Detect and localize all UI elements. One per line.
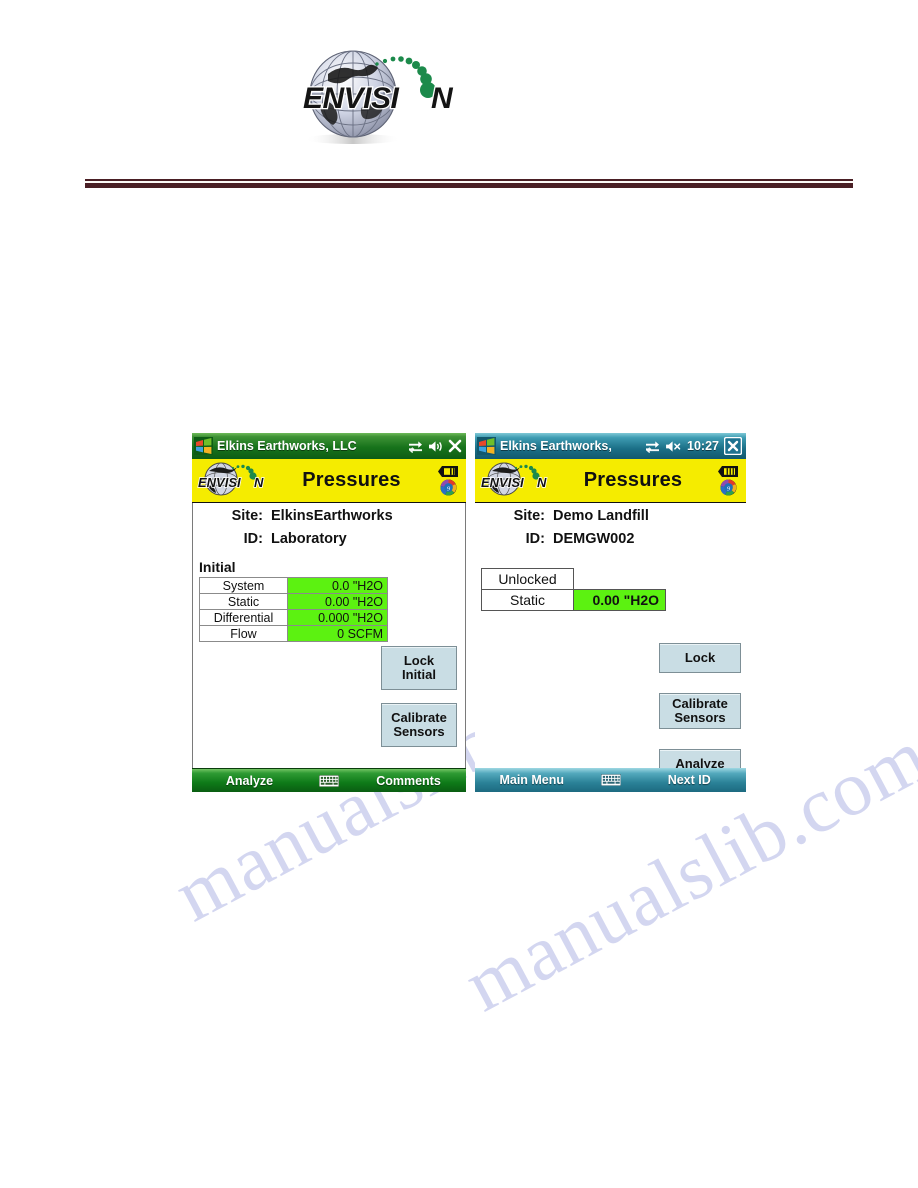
site-id-block-left: Site: ElkinsEarthworks ID: Laboratory bbox=[193, 503, 465, 554]
reading-name: System bbox=[199, 577, 288, 594]
titlebar-right: Elkins Earthworks, 10:27 bbox=[475, 433, 746, 459]
id-row: ID: Laboratory bbox=[193, 531, 465, 554]
calibrate-sensors-button[interactable]: Calibrate Sensors bbox=[659, 693, 741, 729]
svg-text:ENVISI: ENVISI bbox=[303, 82, 400, 115]
svg-text:N: N bbox=[431, 82, 454, 115]
table-row: Static 0.00 "H2O bbox=[481, 589, 666, 611]
site-id-block-right: Site: Demo Landfill ID: DEMGW002 bbox=[475, 503, 746, 554]
titlebar-icons-right: 10:27 bbox=[645, 437, 742, 455]
site-value: ElkinsEarthworks bbox=[271, 508, 393, 524]
reading-name: Differential bbox=[199, 609, 288, 626]
site-row: Site: ElkinsEarthworks bbox=[193, 508, 465, 531]
appbar-title-left: Pressures bbox=[302, 469, 401, 491]
appbar-title-right: Pressures bbox=[583, 469, 683, 491]
table-row: Unlocked bbox=[481, 568, 666, 590]
section-caption-initial: Initial bbox=[199, 559, 236, 575]
lock-initial-button-line1: Lock bbox=[403, 652, 435, 668]
envision-logo-small: ENVISI N bbox=[478, 461, 554, 501]
table-row: Differential 0.000 "H2O bbox=[199, 609, 388, 626]
softkey-bar-right: Main Menu Next ID bbox=[475, 768, 746, 792]
reading-value: 0.00 "H2O bbox=[287, 593, 388, 610]
id-value: Laboratory bbox=[271, 531, 347, 547]
envision-logo: ENVISI N bbox=[281, 38, 481, 148]
id-row: ID: DEMGW002 bbox=[475, 531, 746, 554]
screen-body-right: Site: Demo Landfill ID: DEMGW002 Unlocke… bbox=[475, 503, 746, 779]
window-title-left: Elkins Earthworks, LLC bbox=[217, 439, 357, 453]
svg-text:N: N bbox=[254, 475, 264, 490]
titlebar-icons-left bbox=[408, 439, 462, 453]
close-icon[interactable] bbox=[448, 439, 462, 453]
divider-thick-rule bbox=[85, 183, 853, 188]
reading-value: 0.0 "H2O bbox=[287, 577, 388, 594]
softkey-analyze[interactable]: Analyze bbox=[192, 774, 307, 788]
svg-text:ENVISI: ENVISI bbox=[198, 475, 241, 490]
speaker-icon[interactable] bbox=[428, 440, 443, 453]
battery-icon[interactable] bbox=[437, 465, 459, 477]
reading-value: 0 SCFM bbox=[287, 625, 388, 642]
connectivity-icon[interactable] bbox=[645, 440, 660, 453]
appbar-left: ENVISI N Pressures 9 bbox=[192, 459, 466, 503]
device-screenshot-left: Elkins Earthworks, LLC ENVISI N Pressure… bbox=[192, 433, 466, 792]
empty-cell bbox=[574, 569, 666, 590]
lock-state-label: Unlocked bbox=[481, 568, 574, 590]
appbar-right: ENVISI N Pressures 9 bbox=[475, 459, 746, 503]
color-wheel-icon[interactable]: 9 bbox=[719, 478, 737, 496]
calibrate-sensors-button-line1: Calibrate bbox=[672, 695, 728, 711]
softkey-main-menu[interactable]: Main Menu bbox=[475, 773, 589, 787]
lock-button[interactable]: Lock bbox=[659, 643, 741, 673]
readings-table-left: System 0.0 "H2O Static 0.00 "H2O Differe… bbox=[199, 577, 388, 642]
battery-icon[interactable] bbox=[717, 465, 739, 477]
titlebar-left: Elkins Earthworks, LLC bbox=[192, 433, 466, 459]
lock-button-label: Lock bbox=[684, 649, 716, 665]
calibrate-sensors-button-line2: Sensors bbox=[393, 724, 445, 739]
calibrate-sensors-button[interactable]: Calibrate Sensors bbox=[381, 703, 457, 747]
reading-name: Flow bbox=[199, 625, 288, 642]
appbar-status-left: 9 bbox=[432, 465, 466, 496]
keyboard-icon[interactable] bbox=[589, 774, 633, 786]
color-wheel-icon[interactable]: 9 bbox=[439, 478, 457, 496]
softkey-next-id[interactable]: Next ID bbox=[633, 773, 747, 787]
envision-logo-small: ENVISI N bbox=[195, 461, 271, 501]
softkey-bar-left: Analyze Comments bbox=[192, 768, 466, 792]
table-row: Flow 0 SCFM bbox=[199, 625, 388, 642]
svg-text:N: N bbox=[537, 475, 547, 490]
calibrate-sensors-button-line1: Calibrate bbox=[391, 709, 447, 725]
svg-text:ENVISI: ENVISI bbox=[481, 475, 524, 490]
site-label: Site: bbox=[513, 508, 545, 524]
id-value: DEMGW002 bbox=[553, 531, 635, 547]
lock-initial-button[interactable]: Lock Initial bbox=[381, 646, 457, 690]
site-value: Demo Landfill bbox=[553, 508, 649, 524]
screen-body-left: Site: ElkinsEarthworks ID: Laboratory In… bbox=[192, 503, 466, 768]
connectivity-icon[interactable] bbox=[408, 440, 423, 453]
id-label: ID: bbox=[525, 531, 545, 547]
calibrate-sensors-button-line2: Sensors bbox=[674, 710, 726, 725]
lock-initial-button-line2: Initial bbox=[402, 667, 436, 682]
header-divider bbox=[85, 179, 853, 188]
table-row: Static 0.00 "H2O bbox=[199, 593, 388, 610]
site-row: Site: Demo Landfill bbox=[475, 508, 746, 531]
close-icon[interactable] bbox=[724, 437, 742, 455]
site-label: Site: bbox=[231, 508, 263, 524]
id-label: ID: bbox=[243, 531, 263, 547]
windows-start-icon[interactable] bbox=[477, 437, 496, 455]
windows-start-icon[interactable] bbox=[194, 437, 213, 455]
appbar-status-right: 9 bbox=[712, 465, 746, 496]
window-title-right: Elkins Earthworks, bbox=[500, 439, 612, 453]
reading-value: 0.000 "H2O bbox=[287, 609, 388, 626]
softkey-comments[interactable]: Comments bbox=[351, 774, 466, 788]
reading-name: Static bbox=[199, 593, 288, 610]
table-row: System 0.0 "H2O bbox=[199, 577, 388, 594]
device-screenshot-right: Elkins Earthworks, 10:27 ENVISI N Pressu… bbox=[475, 433, 746, 792]
speaker-muted-icon[interactable] bbox=[665, 440, 682, 453]
reading-value: 0.00 "H2O bbox=[573, 589, 666, 611]
readings-table-right: Unlocked Static 0.00 "H2O bbox=[481, 568, 666, 611]
clock-time[interactable]: 10:27 bbox=[687, 439, 719, 453]
keyboard-icon[interactable] bbox=[307, 774, 351, 787]
reading-name: Static bbox=[481, 589, 574, 611]
